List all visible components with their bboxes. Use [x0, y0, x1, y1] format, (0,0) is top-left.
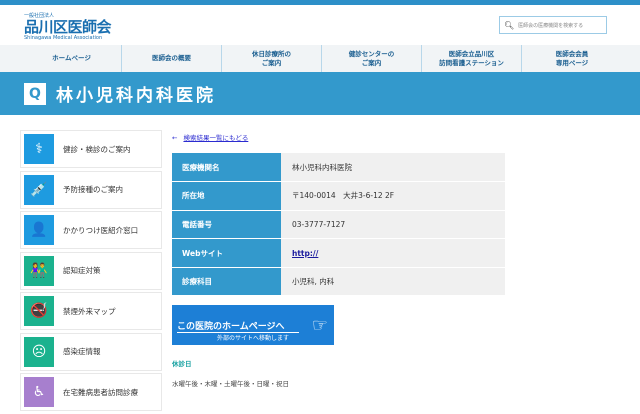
detail-cell: http:// [281, 238, 505, 268]
detail-cell: 林小児科内科医院 [281, 153, 505, 183]
detail-value: 03-3777-7127 [292, 219, 346, 229]
stethoscope-icon: ⚕ [24, 134, 54, 164]
back-link[interactable]: ← 検索結果一覧にもどる [172, 132, 248, 142]
sidebar-item[interactable]: 🚭 禁煙外来マップ [20, 292, 162, 330]
sidebar-item[interactable]: ☹ 感染症情報 [20, 332, 162, 371]
nav-item[interactable]: 健診センターの ご案内 [322, 45, 422, 72]
elderly-couple-icon: 👫 [24, 255, 54, 286]
detail-value: 〒140-0014 大井3-6-12 2F [292, 191, 395, 201]
nav-item[interactable]: 医師会立品川区 訪問看護ステーション [422, 45, 522, 72]
table-row: 電話番号 03-3777-7127 [172, 210, 505, 240]
sidebar-item-label: 禁煙外来マップ [63, 306, 116, 316]
sidebar-item-label: 予防接種のご案内 [63, 185, 123, 194]
detail-label: 所在地 [172, 181, 281, 211]
table-row: 医療機関名 林小児科内科医院 [172, 153, 505, 183]
sidebar-item[interactable]: 👤 かかりつけ医紹介窓口 [20, 211, 162, 249]
detail-value: 小児科, 内科 [292, 277, 335, 287]
detail-label: Webサイト [172, 238, 281, 268]
doctor-icon: 👤 [24, 215, 54, 245]
nav-item[interactable]: 医師会会員 専用ページ [522, 45, 622, 72]
table-row: Webサイト http:// [172, 238, 505, 268]
sidebar-item-label: 認知症対策 [63, 266, 101, 275]
detail-label: 医療機関名 [172, 153, 281, 183]
site-search-input[interactable]: 🔍︎ 医師会の医療機関を検索する [499, 16, 607, 34]
arrow-left-icon: ← [172, 134, 178, 142]
closed-days-heading: 休診日 [172, 360, 192, 368]
sidebar-item-label: 在宅難病患者訪問診療 [63, 387, 138, 397]
sidebar-item[interactable]: 💉 予防接種のご案内 [20, 170, 162, 209]
page-title: 林小児科内科医院 [56, 86, 216, 106]
back-link-text[interactable]: 検索結果一覧にもどる [183, 134, 248, 142]
table-row: 所在地 〒140-0014 大井3-6-12 2F [172, 181, 505, 211]
search-placeholder: 医師会の医療機関を検索する [518, 22, 584, 29]
sidebar-item[interactable]: ⚕ 健診・検診のご案内 [20, 130, 162, 168]
no-smoking-icon: 🚭 [24, 296, 54, 326]
website-link[interactable]: http:// [292, 249, 318, 258]
detail-label: 電話番号 [172, 210, 281, 240]
logo-name: 品川区医師会 [24, 18, 112, 36]
page-title-bar: Q 林小児科内科医院 [0, 72, 640, 115]
detail-cell: 小児科, 内科 [281, 267, 505, 297]
pointing-hand-icon: ☞ [311, 315, 328, 336]
detail-cell: 〒140-0014 大井3-6-12 2F [281, 181, 505, 211]
sidebar-item[interactable]: ♿ 在宅難病患者訪問診療 [20, 373, 162, 411]
logo-english: Shinagawa Medical Association [24, 35, 103, 41]
logo[interactable]: 一般社団法人 品川区医師会 Shinagawa Medical Associat… [24, 12, 112, 41]
sidebar-item-label: 健診・検診のご案内 [63, 144, 131, 154]
sidebar: ⚕ 健診・検診のご案内 💉 予防接種のご案内 👤 かかりつけ医紹介窓口 👫 認知症対策 🚭 禁煙外… [20, 130, 162, 414]
detail-value: 林小児科内科医院 [292, 162, 352, 172]
nav-item[interactable]: 休日診療所の ご案内 [222, 45, 322, 72]
clinic-homepage-button[interactable]: この医院のホームページへ 外部のサイトへ移動します ☞ [172, 305, 334, 345]
sidebar-item-label: 感染症情報 [63, 347, 101, 356]
table-row: 診療科目 小児科, 内科 [172, 267, 505, 297]
nav-item[interactable]: 医師会の概要 [122, 45, 222, 72]
clinic-details-table: 医療機関名 林小児科内科医院所在地 〒140-0014 大井3-6-12 2F 電話番… [172, 153, 505, 297]
syringe-icon: 💉 [24, 174, 54, 205]
sick-face-icon: ☹ [24, 336, 54, 367]
detail-label: 診療科目 [172, 267, 281, 297]
detail-cell: 03-3777-7127 [281, 210, 505, 240]
sidebar-item-label: かかりつけ医紹介窓口 [63, 225, 139, 235]
sidebar-item[interactable]: 👫 認知症対策 [20, 251, 162, 290]
closed-days-value: 水曜午後・木曜・土曜午後・日曜・祝日 [172, 380, 289, 388]
home-care-icon: ♿ [24, 377, 54, 407]
search-icon: Q [24, 82, 46, 105]
main-nav: ホームページ 医師会の概要 休日診療所の ご案内 健診センターの ご案内 医師会立品川区… [0, 45, 640, 72]
search-icon[interactable]: 🔍︎ [504, 21, 514, 30]
top-accent-bar [0, 0, 640, 5]
nav-item[interactable]: ホームページ [22, 45, 122, 72]
homepage-button-title: この医院のホームページへ [177, 319, 299, 333]
